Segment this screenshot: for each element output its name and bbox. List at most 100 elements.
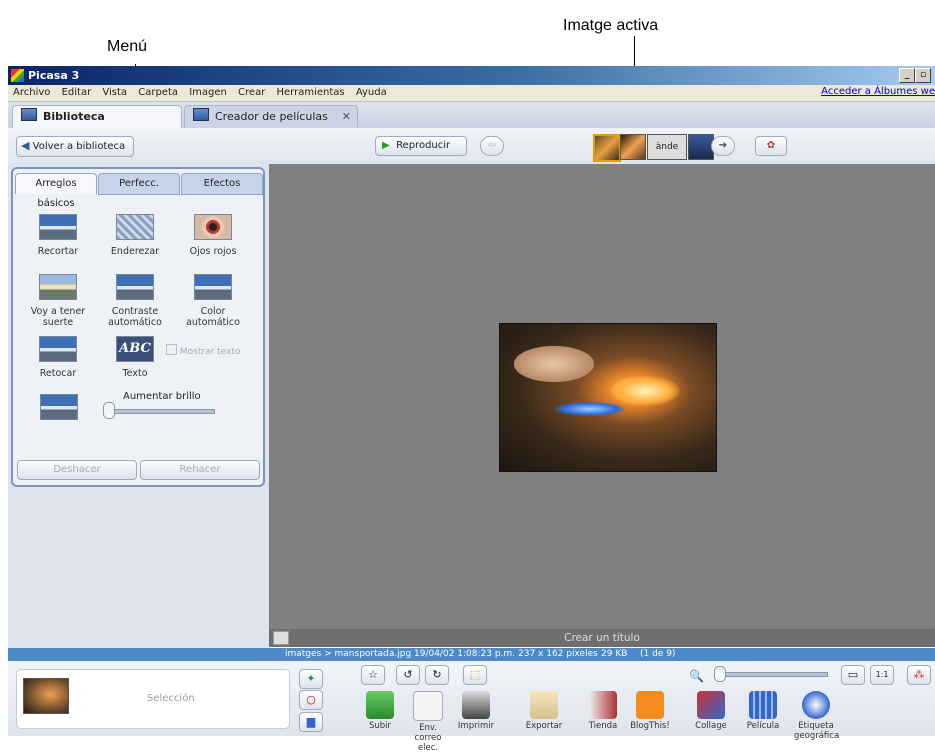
fit-view-button[interactable]: ▭ — [841, 665, 865, 685]
tab-arreglos-basicos[interactable]: Arreglos básicos — [15, 173, 97, 209]
action-label: Exportar — [525, 721, 563, 731]
rotate-left-button[interactable]: ↺ — [396, 665, 420, 685]
actual-size-button[interactable]: 1:1 — [870, 665, 894, 685]
printer-icon — [462, 691, 490, 719]
tag-button[interactable]: ⬚ — [463, 665, 487, 685]
back-button-label: Volver a biblioteca — [32, 141, 126, 152]
maximize-button[interactable]: ▫ — [915, 68, 931, 83]
tab-biblioteca[interactable]: Biblioteca — [12, 105, 182, 129]
people-tag-button[interactable]: ✿ — [755, 136, 787, 156]
close-tab-icon[interactable]: ✕ — [342, 106, 351, 128]
status-bar: imatges > mansportada.jpg 19/04/02 1:08:… — [8, 648, 935, 661]
zoom-icon: 🔍 — [689, 669, 704, 683]
upload-icon — [366, 691, 394, 719]
auto-contrast-icon — [116, 274, 154, 300]
shop-icon — [589, 691, 617, 719]
status-date: 19/04/02 1:08:23 p.m. — [414, 649, 516, 659]
sort-icon: ⁂ — [913, 668, 925, 681]
export-button[interactable]: Exportar — [522, 691, 566, 731]
show-text-label: Mostrar texto — [179, 347, 241, 357]
brightness-slider-handle[interactable] — [103, 402, 115, 419]
menu-vista[interactable]: Vista — [102, 87, 127, 98]
status-dimensions: 237 x 162 píxeles — [518, 649, 598, 659]
web-albums-link[interactable]: Acceder a Álbumes we — [821, 86, 935, 97]
upload-button[interactable]: Subir — [358, 691, 402, 731]
print-button[interactable]: Imprimir — [454, 691, 498, 731]
tab-creador-peliculas[interactable]: Creador de películas ✕ — [184, 105, 358, 129]
minimize-button[interactable]: _ — [899, 68, 915, 83]
menu-bar: Archivo Editar Vista Carpeta Imagen Crea… — [8, 85, 935, 102]
hold-pin-button[interactable]: ✦ — [299, 669, 323, 689]
menu-herramientas[interactable]: Herramientas — [277, 87, 345, 98]
menu-imagen[interactable]: Imagen — [189, 87, 227, 98]
tool-voy-a-tener-suerte[interactable]: Voy a tener suerte — [18, 274, 98, 328]
menu-carpeta[interactable]: Carpeta — [138, 87, 178, 98]
tool-color-automatico[interactable]: Color automático — [173, 274, 253, 328]
tool-label: Contraste automático — [108, 306, 162, 328]
star-button[interactable]: ☆ — [361, 665, 385, 685]
play-button-label: Reproducir — [396, 140, 451, 151]
collage-button[interactable]: Collage — [689, 691, 733, 731]
shop-button[interactable]: Tienda — [581, 691, 625, 731]
tool-ojos-rojos[interactable]: Ojos rojos — [173, 214, 253, 257]
caption-placeholder: Crear un título — [564, 632, 640, 644]
filmstrip-thumb-text: ànde — [655, 142, 679, 152]
tool-enderezar[interactable]: Enderezar — [95, 214, 175, 257]
photo-flame-detail — [610, 376, 680, 406]
play-slideshow-button[interactable]: ▶ Reproducir — [375, 136, 467, 156]
tool-recortar[interactable]: Recortar — [18, 214, 98, 257]
tab-biblioteca-label: Biblioteca — [43, 110, 105, 123]
brightness-label: Aumentar brillo — [123, 391, 201, 402]
action-label: Collage — [695, 721, 727, 731]
tool-texto[interactable]: ABC Texto — [95, 336, 175, 379]
auto-color-icon — [194, 274, 232, 300]
caption-bar[interactable]: Crear un título — [269, 629, 935, 647]
rotate-right-icon: ↻ — [432, 668, 442, 681]
filmstrip-thumb[interactable]: ànde — [647, 134, 687, 160]
active-photo[interactable] — [499, 323, 717, 472]
next-image-button[interactable]: ➔ — [711, 136, 735, 156]
tool-label: Ojos rojos — [189, 246, 237, 257]
brightness-slider-track[interactable] — [105, 409, 215, 414]
selection-tray: Selección — [16, 669, 290, 729]
filmstrip-thumb[interactable] — [620, 134, 646, 160]
action-label: Subir — [368, 721, 392, 731]
flickr-sort-button[interactable]: ⁂ — [907, 665, 931, 685]
menu-editar[interactable]: Editar — [62, 87, 92, 98]
show-text-checkbox[interactable]: Mostrar texto — [166, 344, 240, 357]
crop-icon — [39, 214, 77, 240]
tool-label: Enderezar — [110, 246, 160, 257]
email-button[interactable]: Env. correo elec. — [406, 691, 450, 753]
tool-retocar[interactable]: Retocar — [18, 336, 98, 379]
back-to-library-button[interactable]: ◀ Volver a biblioteca — [16, 136, 134, 157]
clear-selection-button[interactable]: ○ — [299, 690, 323, 710]
globe-icon — [802, 691, 830, 719]
menu-ayuda[interactable]: Ayuda — [356, 87, 387, 98]
zoom-slider-track[interactable] — [714, 672, 828, 677]
tool-contraste-automatico[interactable]: Contraste automático — [95, 274, 175, 328]
lucky-icon — [39, 274, 77, 300]
previous-image-button[interactable]: ⇦ — [480, 136, 504, 156]
movie-button[interactable]: Película — [741, 691, 785, 731]
geotag-button[interactable]: Etiqueta geográfica — [794, 691, 839, 741]
redo-button[interactable]: Rehacer — [140, 460, 260, 480]
rotate-right-button[interactable]: ↻ — [425, 665, 449, 685]
tag-icon: ⬚ — [469, 668, 481, 681]
tool-label: Recortar — [37, 246, 79, 257]
library-icon — [21, 108, 37, 121]
rotate-left-icon: ↺ — [403, 668, 413, 681]
brightness-icon — [40, 394, 78, 420]
zoom-slider-handle[interactable] — [714, 666, 726, 682]
filmstrip-thumb[interactable] — [593, 134, 621, 162]
star-icon: ☆ — [368, 668, 378, 681]
tab-efectos[interactable]: Efectos — [181, 173, 263, 195]
menu-archivo[interactable]: Archivo — [13, 87, 50, 98]
blogger-icon — [636, 691, 664, 719]
blogthis-button[interactable]: BlogThis! — [628, 691, 672, 731]
tab-perfecc[interactable]: Perfecc. — [98, 173, 180, 195]
undo-button[interactable]: Deshacer — [17, 460, 137, 480]
add-to-album-button[interactable]: ▆ — [299, 712, 323, 732]
menu-crear[interactable]: Crear — [238, 87, 265, 98]
selection-thumb[interactable] — [23, 678, 69, 714]
bottom-tray: Selección ✦ ○ ▆ ☆ ↺ ↻ ⬚ Subir Env. corre… — [8, 661, 935, 753]
